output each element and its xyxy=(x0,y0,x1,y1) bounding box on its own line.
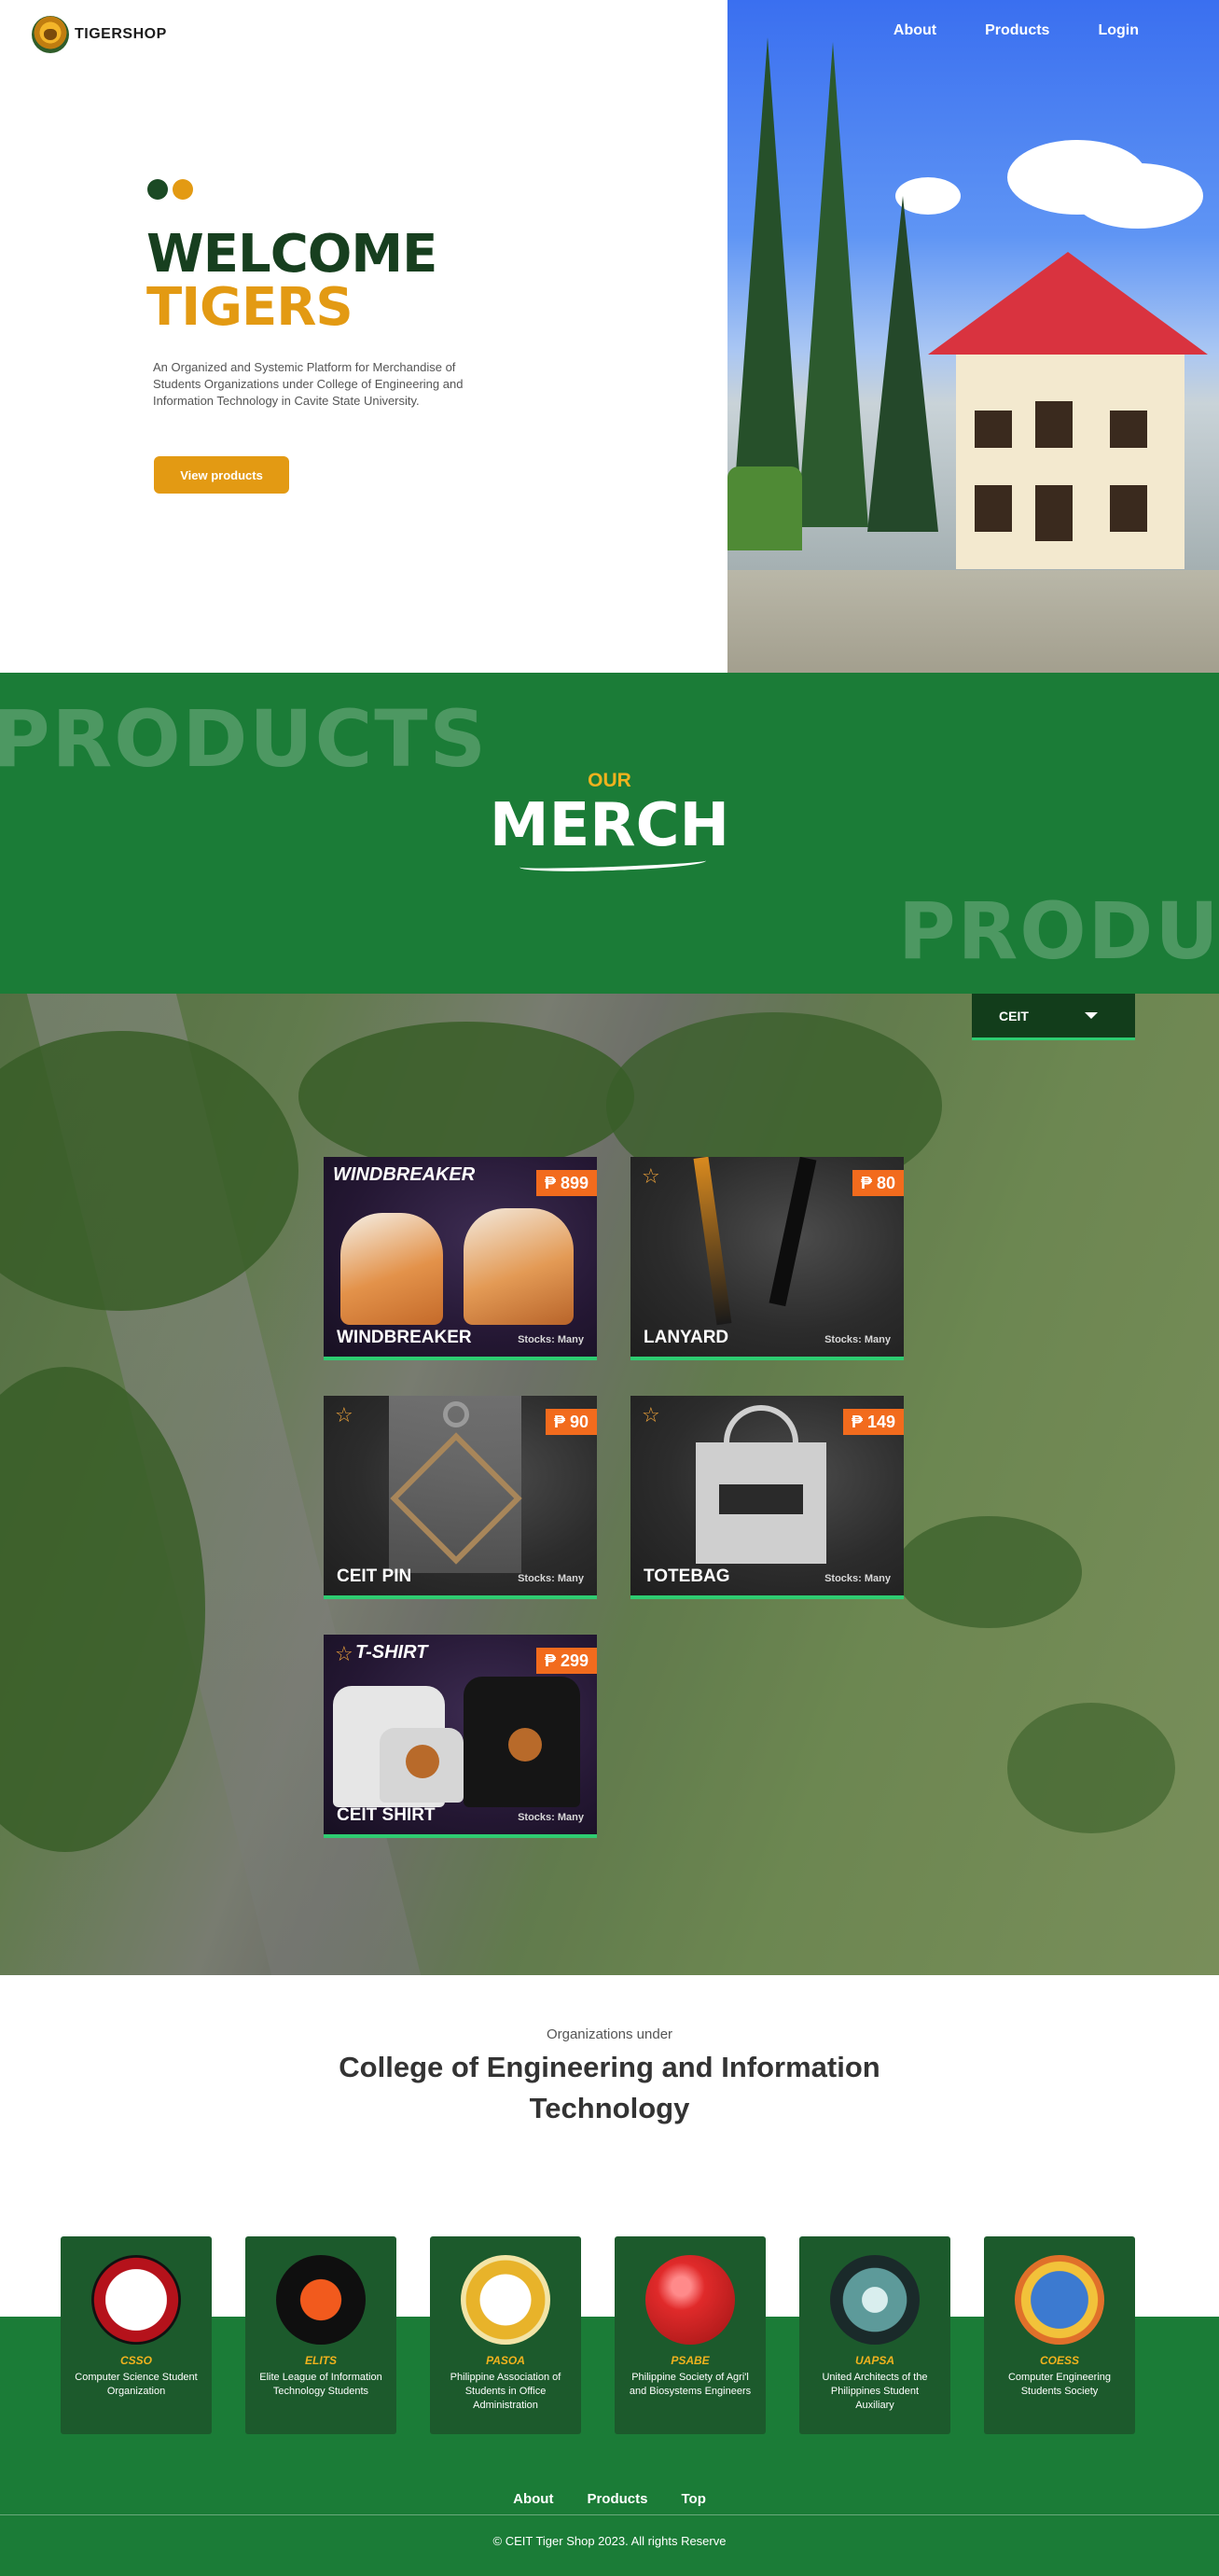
org-full-name: Philippine Association of Students in Of… xyxy=(450,2372,561,2411)
org-abbr: UAPSA xyxy=(854,2354,894,2367)
organizations-section: Organizations under College of Engineeri… xyxy=(0,1975,1219,2576)
hero-title-welcome: WELCOME xyxy=(146,224,437,285)
stock-status: Stocks: Many xyxy=(824,1573,891,1584)
decorative-dots xyxy=(147,179,193,200)
stock-status: Stocks: Many xyxy=(518,1812,584,1823)
view-products-button[interactable]: View products xyxy=(154,456,289,494)
price-badge: ₱ 90 xyxy=(545,1409,597,1435)
product-card-lanyard[interactable]: ☆ ₱ 80 LANYARD Stocks: Many xyxy=(630,1157,904,1360)
footer-top-link[interactable]: Top xyxy=(681,2491,705,2507)
psabe-logo-icon xyxy=(645,2255,735,2345)
copyright-text: © CEIT Tiger Shop 2023. All rights Reser… xyxy=(492,2534,727,2548)
org-card-psabe[interactable]: PSABE Philippine Society of Agri'l and B… xyxy=(615,2236,766,2434)
product-name: CEIT PIN xyxy=(337,1566,412,1586)
footer-products-link[interactable]: Products xyxy=(587,2491,647,2507)
org-abbr: CSSO xyxy=(119,2354,152,2367)
card-banner-text: WINDBREAKER xyxy=(333,1164,476,1185)
org-abbr: PSABE xyxy=(671,2354,710,2367)
uapsa-logo-icon xyxy=(830,2255,920,2345)
stock-status: Stocks: Many xyxy=(518,1573,584,1584)
org-full-name: Computer Science Student Organization xyxy=(75,2372,198,2397)
org-card-elits[interactable]: ELITS Elite League of Information Techno… xyxy=(245,2236,396,2434)
product-card-ceit-pin[interactable]: ☆ ₱ 90 CEIT PIN Stocks: Many xyxy=(324,1396,597,1599)
org-full-name: Elite League of Information Technology S… xyxy=(259,2372,382,2397)
products-section: CEIT WINDBREAKER ₱ 899 WINDBREAKER Stock… xyxy=(0,994,1219,1975)
coess-logo-icon xyxy=(1015,2255,1104,2345)
org-card-coess[interactable]: COESS Computer Engineering Students Soci… xyxy=(984,2236,1135,2434)
star-icon[interactable]: ☆ xyxy=(335,1644,353,1664)
product-name: WINDBREAKER xyxy=(337,1328,472,1347)
elits-logo-icon xyxy=(276,2255,366,2345)
org-list: CSSO Computer Science Student Organizati… xyxy=(61,2236,1135,2434)
org-filter-dropdown[interactable]: CEIT xyxy=(972,994,1135,1040)
hero-title-tigers: TIGERS xyxy=(146,277,353,338)
product-card-totebag[interactable]: ☆ ₱ 149 TOTEBAG Stocks: Many xyxy=(630,1396,904,1599)
orgs-pre-title: Organizations under xyxy=(546,2026,673,2042)
product-card-windbreaker[interactable]: WINDBREAKER ₱ 899 WINDBREAKER Stocks: Ma… xyxy=(324,1157,597,1360)
org-card-csso[interactable]: CSSO Computer Science Student Organizati… xyxy=(61,2236,212,2434)
csso-logo-icon xyxy=(91,2255,181,2345)
campus-building-photo xyxy=(727,0,1219,673)
brand[interactable]: TIGERSHOP xyxy=(32,16,167,53)
org-card-uapsa[interactable]: UAPSA United Architects of the Philippin… xyxy=(799,2236,950,2434)
price-badge: ₱ 80 xyxy=(852,1170,904,1196)
dropdown-selected-value: CEIT xyxy=(999,1008,1029,1023)
nav-products[interactable]: Products xyxy=(985,22,1049,39)
stock-status: Stocks: Many xyxy=(824,1334,891,1345)
product-name: LANYARD xyxy=(644,1328,729,1347)
product-name: CEIT SHIRT xyxy=(337,1805,436,1825)
org-full-name: Computer Engineering Students Society xyxy=(1007,2372,1112,2397)
star-icon[interactable]: ☆ xyxy=(335,1405,353,1426)
merch-header-section: PRODUCTS PRODUCTS OUR MERCH xyxy=(0,673,1219,994)
green-dot-icon xyxy=(147,179,168,200)
orange-dot-icon xyxy=(173,179,193,200)
brand-name: TIGERSHOP xyxy=(75,26,167,42)
org-card-pasoa[interactable]: PASOA Philippine Association of Students… xyxy=(430,2236,581,2434)
stock-status: Stocks: Many xyxy=(518,1334,584,1345)
org-abbr: COESS xyxy=(1039,2354,1079,2367)
org-full-name: Philippine Society of Agri'l and Biosyst… xyxy=(629,2372,752,2397)
caret-down-icon xyxy=(1085,1012,1098,1019)
price-badge: ₱ 149 xyxy=(842,1409,904,1435)
price-badge: ₱ 899 xyxy=(535,1170,597,1196)
tiger-logo-icon xyxy=(32,16,69,53)
nav-login[interactable]: Login xyxy=(1098,22,1139,39)
footer-divider xyxy=(0,2514,1219,2515)
footer-nav: About Products Top xyxy=(0,2491,1219,2507)
price-badge: ₱ 299 xyxy=(535,1648,597,1674)
product-card-ceit-shirt[interactable]: ☆ T-SHIRT ₱ 299 CEIT SHIRT Stocks: Many xyxy=(324,1635,597,1838)
hero-description: An Organized and Systemic Platform for M… xyxy=(153,360,464,408)
orgs-title: College of Engineering and Information T… xyxy=(339,2051,880,2124)
pasoa-logo-icon xyxy=(461,2255,550,2345)
hero-section: TIGERSHOP About Products Login WELCOME T… xyxy=(0,0,1219,673)
star-icon[interactable]: ☆ xyxy=(642,1166,660,1187)
product-name: TOTEBAG xyxy=(644,1566,730,1586)
card-banner-text: T-SHIRT xyxy=(355,1642,428,1663)
org-full-name: United Architects of the Philippines Stu… xyxy=(822,2372,928,2411)
merch-title: MERCH xyxy=(489,791,730,860)
top-nav: About Products Login xyxy=(893,22,1139,39)
nav-about[interactable]: About xyxy=(893,22,936,39)
footer-about-link[interactable]: About xyxy=(513,2491,553,2507)
merch-eyebrow: OUR xyxy=(588,770,631,791)
ghost-products-text: PRODUCTS xyxy=(898,885,1219,977)
org-abbr: PASOA xyxy=(486,2354,525,2367)
org-abbr: ELITS xyxy=(304,2354,337,2367)
star-icon[interactable]: ☆ xyxy=(642,1405,660,1426)
